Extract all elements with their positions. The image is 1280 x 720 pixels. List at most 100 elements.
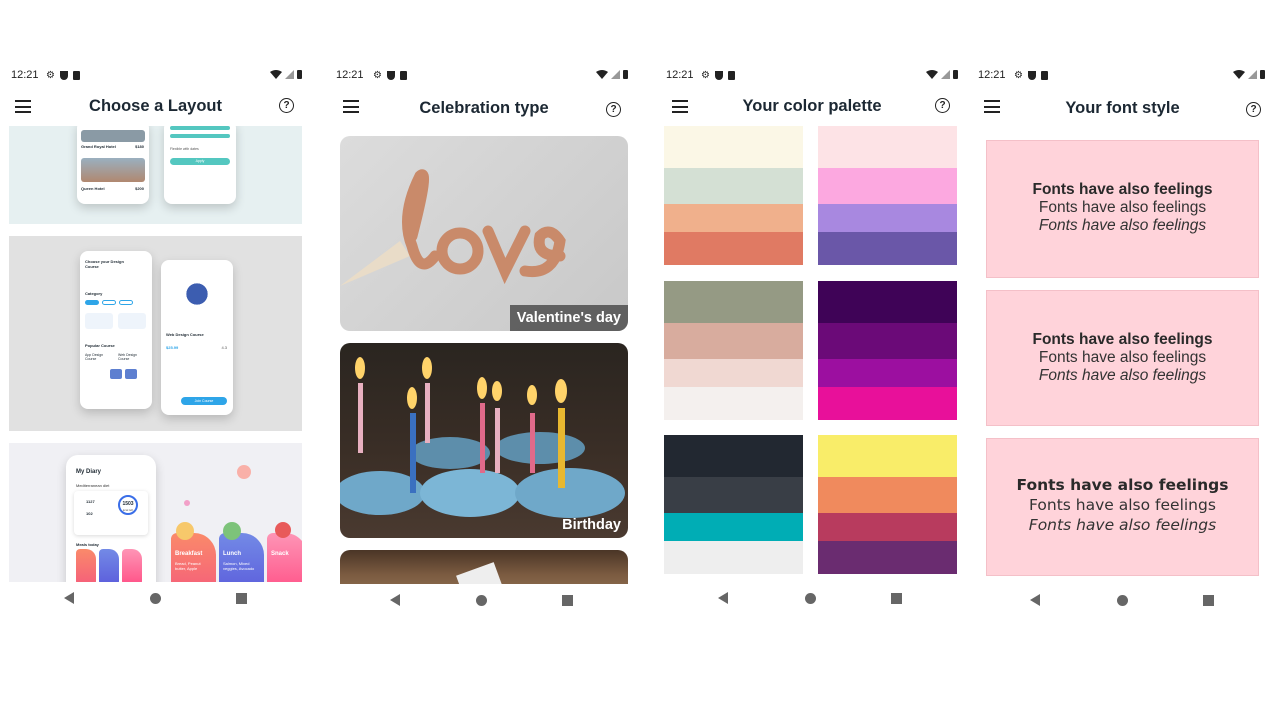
palette-swatch xyxy=(818,281,957,323)
celebration-label-valentines: Valentine's day xyxy=(509,305,628,331)
hotel-apply-button: Apply xyxy=(170,158,230,165)
font-style-list[interactable]: Fonts have also feelings Fonts have also… xyxy=(974,140,1271,580)
palette-swatch xyxy=(818,387,957,420)
shield-icon xyxy=(714,71,723,80)
android-nav-bar xyxy=(9,582,302,618)
font-sample-regular: Fonts have also feelings xyxy=(1029,496,1216,514)
page-title: Your color palette xyxy=(742,97,882,115)
help-icon[interactable]: ? xyxy=(935,98,950,113)
hotel-name-2: Queen Hotel xyxy=(81,186,105,191)
recents-icon[interactable] xyxy=(1203,595,1214,606)
diary-subtitle: Mediterranean diet xyxy=(76,483,110,488)
palette-swatch xyxy=(664,126,803,168)
status-time: 12:21 xyxy=(336,69,364,81)
back-icon[interactable] xyxy=(390,594,400,606)
back-icon[interactable] xyxy=(64,592,74,604)
gear-icon: ⚙ xyxy=(373,70,382,81)
app-bar: Your color palette ? xyxy=(664,92,960,124)
palette-swatch xyxy=(664,387,803,420)
font-style-card-2[interactable]: Fonts have also feelings Fonts have also… xyxy=(986,290,1259,426)
font-sample-italic: Fonts have also feelings xyxy=(1038,367,1207,384)
home-icon[interactable] xyxy=(1117,595,1128,606)
palette-grid[interactable] xyxy=(664,126,960,582)
palette-swatch xyxy=(664,359,803,387)
battery-icon xyxy=(297,70,302,79)
battery-icon xyxy=(1260,70,1265,79)
hotel-filter-mockup: Flexible with dates Apply xyxy=(164,126,236,204)
palette-swatch xyxy=(664,435,803,477)
help-icon[interactable]: ? xyxy=(606,102,621,117)
celebration-card-third[interactable] xyxy=(340,550,628,584)
page-title: Choose a Layout xyxy=(89,97,222,115)
phone-screen-celebration: 12:21 ⚙ Celebration type ? love Valent xyxy=(334,62,634,622)
status-bar: 12:21 ⚙ xyxy=(974,62,1271,88)
gear-icon: ⚙ xyxy=(46,70,55,81)
font-sample-bold: Fonts have also feelings xyxy=(1016,476,1229,494)
palette-option[interactable] xyxy=(818,126,957,265)
palette-option[interactable] xyxy=(818,435,957,574)
palette-swatch xyxy=(818,435,957,477)
palette-swatch xyxy=(818,126,957,168)
recents-icon[interactable] xyxy=(236,593,247,604)
breakfast-tile: Breakfast Bread, Peanut butter, Apple xyxy=(171,533,216,582)
wifi-icon xyxy=(270,70,282,79)
palette-option[interactable] xyxy=(664,281,803,420)
status-icons-right xyxy=(596,70,628,79)
celebration-card-birthday[interactable]: Birthday xyxy=(340,343,628,538)
phone-screen-fonts: 12:21 ⚙ Your font style ? Fonts have als… xyxy=(974,62,1271,622)
home-icon[interactable] xyxy=(150,593,161,604)
recents-icon[interactable] xyxy=(562,595,573,606)
layout-card-diary[interactable]: My Diary Mediterranean diet 1127 102 150… xyxy=(9,443,302,582)
layout-card-course[interactable]: Choose your Design Course Category Popul… xyxy=(9,236,302,431)
status-bar: 12:21 ⚙ xyxy=(664,62,960,88)
lunch-items: Salmon, Mixed veggies, Avocado xyxy=(223,561,255,571)
recents-icon[interactable] xyxy=(891,593,902,604)
status-time: 12:21 xyxy=(666,69,694,81)
status-time: 12:21 xyxy=(11,69,39,81)
palette-option[interactable] xyxy=(818,281,957,420)
breakfast-label: Breakfast xyxy=(175,551,203,557)
page-title: Your font style xyxy=(1065,99,1180,117)
layout-list[interactable]: Grand Royal Hotel $180 Queen Hotel $200 … xyxy=(9,126,302,582)
hotel-list-mockup: Grand Royal Hotel $180 Queen Hotel $200 xyxy=(77,126,149,204)
phone-screen-layout: 12:21 ⚙ Choose a Layout ? Grand Royal Ho… xyxy=(9,62,302,622)
palette-option[interactable] xyxy=(664,435,803,574)
diary-mockup: My Diary Mediterranean diet 1127 102 150… xyxy=(66,455,156,582)
celebration-card-valentines[interactable]: love Valentine's day xyxy=(340,136,628,331)
back-icon[interactable] xyxy=(718,592,728,604)
font-style-card-3[interactable]: Fonts have also feelings Fonts have also… xyxy=(986,438,1259,576)
celebration-label-birthday: Birthday xyxy=(562,517,621,533)
palette-swatch xyxy=(818,541,957,574)
font-sample-regular: Fonts have also feelings xyxy=(1038,349,1207,366)
status-icons-left: ⚙ xyxy=(701,70,735,81)
signal-icon xyxy=(941,70,950,79)
snack-tile: Snack xyxy=(267,533,302,582)
home-icon[interactable] xyxy=(805,593,816,604)
palette-swatch xyxy=(664,232,803,265)
palette-swatch xyxy=(664,281,803,323)
celebration-list[interactable]: love Valentine's day xyxy=(334,136,634,584)
help-icon[interactable]: ? xyxy=(1246,102,1261,117)
diary-kcal-label: kcal left xyxy=(122,508,134,512)
course-category-label: Category xyxy=(85,291,103,296)
popular-course-label: Popular Course xyxy=(85,343,115,348)
layout-card-hotel[interactable]: Grand Royal Hotel $180 Queen Hotel $200 … xyxy=(9,126,302,224)
signal-icon xyxy=(285,70,294,79)
font-style-card-1[interactable]: Fonts have also feelings Fonts have also… xyxy=(986,140,1259,278)
help-icon[interactable]: ? xyxy=(279,98,294,113)
app-bar: Celebration type ? xyxy=(334,92,634,124)
course-list-mockup: Choose your Design Course Category Popul… xyxy=(80,251,152,409)
back-icon[interactable] xyxy=(1030,594,1040,606)
flexible-dates-label: Flexible with dates xyxy=(170,147,199,151)
palette-option[interactable] xyxy=(664,126,803,265)
palette-swatch xyxy=(818,477,957,513)
wifi-icon xyxy=(1233,70,1245,79)
course-item-2: Web Design Course xyxy=(118,353,138,361)
app-bar: Choose a Layout ? xyxy=(9,92,302,124)
gear-icon: ⚙ xyxy=(701,70,710,81)
font-sample-regular: Fonts have also feelings xyxy=(1038,199,1207,216)
home-icon[interactable] xyxy=(476,595,487,606)
wifi-icon xyxy=(596,70,608,79)
gear-icon: ⚙ xyxy=(1014,70,1023,81)
palette-swatch xyxy=(818,232,957,265)
